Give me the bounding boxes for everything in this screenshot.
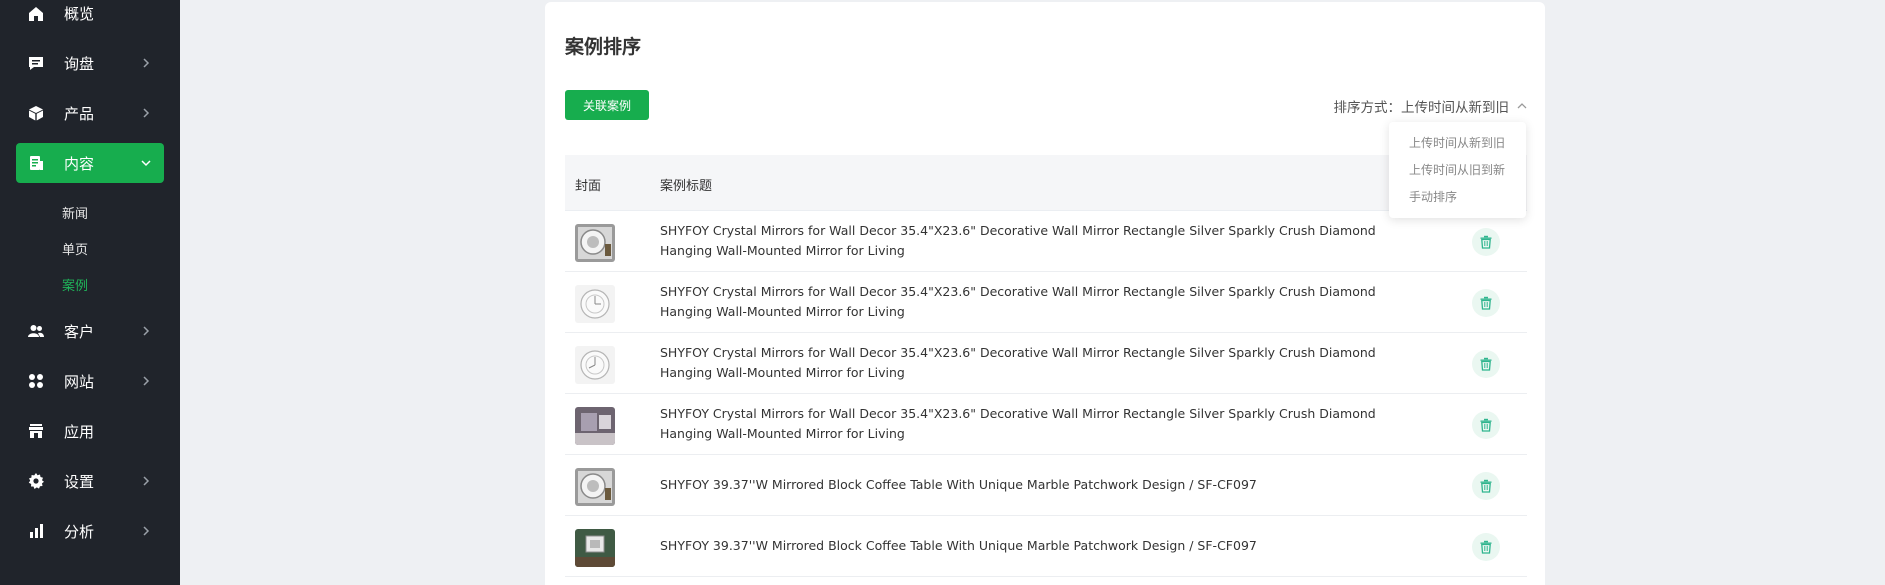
sidebar-item-content[interactable]: 内容 <box>16 143 164 183</box>
chevron-down-icon <box>141 160 151 167</box>
sort-option-manual[interactable]: 手动排序 <box>1409 188 1457 205</box>
case-title: SHYFOY Crystal Mirrors for Wall Decor 35… <box>660 406 1376 441</box>
cover-thumbnail <box>575 468 615 506</box>
gear-icon <box>28 473 44 489</box>
case-title: SHYFOY Crystal Mirrors for Wall Decor 35… <box>660 223 1376 258</box>
sidebar-item-website[interactable]: 网站 <box>16 361 164 401</box>
trash-icon <box>1480 418 1492 432</box>
delete-button[interactable] <box>1472 472 1500 500</box>
home-icon <box>28 6 44 22</box>
sidebar-item-label: 网站 <box>64 373 95 391</box>
sidebar-item-label: 分析 <box>64 523 95 541</box>
link-case-button[interactable]: 关联案例 <box>565 90 649 120</box>
chart-icon <box>28 523 44 539</box>
trash-icon <box>1480 296 1492 310</box>
message-icon <box>28 55 44 71</box>
sidebar-item-inquiry[interactable]: 询盘 <box>16 43 164 83</box>
table-row: SHYFOY Crystal Mirrors for Wall Decor 35… <box>565 394 1527 455</box>
page-title: 案例排序 <box>565 36 642 58</box>
sidebar-subitem-cases[interactable]: 案例 <box>62 275 88 294</box>
case-sort-panel: 案例排序 关联案例 排序方式：上传时间从新到旧 封面 案例标题 SHYFOY C… <box>545 2 1545 585</box>
sidebar-item-label: 询盘 <box>64 55 95 73</box>
column-header-title: 案例标题 <box>660 179 713 194</box>
store-icon <box>28 423 44 439</box>
trash-icon <box>1480 357 1492 371</box>
sidebar-item-products[interactable]: 产品 <box>16 93 164 133</box>
table-header: 封面 案例标题 <box>565 155 1527 211</box>
delete-button[interactable] <box>1472 533 1500 561</box>
delete-button[interactable] <box>1472 228 1500 256</box>
sidebar-subitem-single-page[interactable]: 单页 <box>62 239 88 258</box>
delete-button[interactable] <box>1472 350 1500 378</box>
document-icon <box>28 155 44 171</box>
sort-option-new-to-old[interactable]: 上传时间从新到旧 <box>1409 134 1505 151</box>
column-header-cover: 封面 <box>575 179 602 194</box>
delete-button[interactable] <box>1472 289 1500 317</box>
chevron-right-icon <box>143 376 150 386</box>
sidebar-item-label: 客户 <box>64 323 95 341</box>
case-title: SHYFOY Crystal Mirrors for Wall Decor 35… <box>660 284 1376 319</box>
sort-option-old-to-new[interactable]: 上传时间从旧到新 <box>1409 161 1505 178</box>
chevron-right-icon <box>143 58 150 68</box>
table-row: SHYFOY Crystal Mirrors for Wall Decor 35… <box>565 272 1527 333</box>
cover-thumbnail <box>575 346 615 384</box>
trash-icon <box>1480 235 1492 249</box>
sidebar-item-apps[interactable]: 应用 <box>16 411 164 451</box>
sort-label: 排序方式：上传时间从新到旧 <box>1333 100 1510 116</box>
cover-thumbnail <box>575 407 615 445</box>
sidebar-item-customers[interactable]: 客户 <box>16 311 164 351</box>
sort-selector[interactable]: 排序方式：上传时间从新到旧 <box>1334 96 1528 116</box>
chevron-right-icon <box>143 476 150 486</box>
cover-thumbnail <box>575 285 615 323</box>
trash-icon <box>1480 540 1492 554</box>
chevron-right-icon <box>143 108 150 118</box>
sidebar-item-label: 应用 <box>64 423 95 441</box>
chevron-right-icon <box>143 326 150 336</box>
sidebar-item-label: 内容 <box>64 155 95 173</box>
table-row: SHYFOY Crystal Mirrors for Wall Decor 35… <box>565 333 1527 394</box>
trash-icon <box>1480 479 1492 493</box>
grid-icon <box>28 373 44 389</box>
delete-button[interactable] <box>1472 411 1500 439</box>
cover-thumbnail <box>575 529 615 567</box>
case-title: SHYFOY Crystal Mirrors for Wall Decor 35… <box>660 345 1376 380</box>
case-title: SHYFOY 39.37''W Mirrored Block Coffee Ta… <box>660 538 1257 553</box>
sidebar-item-label: 产品 <box>64 105 95 123</box>
table-row: SHYFOY 39.37''W Mirrored Block Coffee Ta… <box>565 516 1527 577</box>
sidebar-item-analytics[interactable]: 分析 <box>16 511 164 551</box>
sidebar-item-label: 概览 <box>64 5 95 23</box>
table-row: SHYFOY 39.37''W Mirrored Block Coffee Ta… <box>565 455 1527 516</box>
table-row: SHYFOY Crystal Mirrors for Wall Decor 35… <box>565 211 1527 272</box>
box-icon <box>28 105 44 121</box>
cover-thumbnail <box>575 224 615 262</box>
case-title: SHYFOY 39.37''W Mirrored Block Coffee Ta… <box>660 477 1257 492</box>
sort-dropdown-menu: 上传时间从新到旧 上传时间从旧到新 手动排序 <box>1389 122 1526 218</box>
chevron-right-icon <box>143 526 150 536</box>
sidebar-subitem-news[interactable]: 新闻 <box>62 203 88 222</box>
users-icon <box>28 323 44 339</box>
sidebar: 概览 询盘 产品 内容 新闻 单页 案例 客户 网站 应用 设置 分析 <box>0 0 180 585</box>
sidebar-item-label: 设置 <box>64 473 95 491</box>
sidebar-item-settings[interactable]: 设置 <box>16 461 164 501</box>
sidebar-item-overview[interactable]: 概览 <box>16 0 164 34</box>
chevron-up-icon <box>1517 103 1527 109</box>
